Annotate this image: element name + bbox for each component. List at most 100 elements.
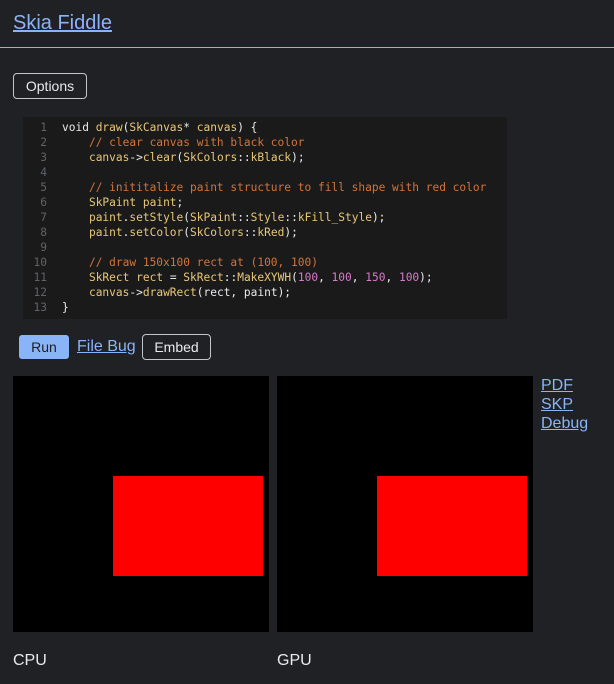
options-button[interactable]: Options bbox=[13, 73, 87, 99]
code-token: SkPaint bbox=[88, 196, 137, 209]
code-token: kFill_Style bbox=[297, 211, 372, 224]
line-number: 12 bbox=[33, 286, 47, 299]
code-token: drawRect bbox=[142, 286, 197, 299]
code-token: SkRect bbox=[88, 271, 130, 284]
debug-link[interactable]: Debug bbox=[541, 414, 588, 433]
red-rect bbox=[377, 476, 527, 576]
code-token: setColor bbox=[129, 226, 184, 239]
code-token: = bbox=[163, 271, 184, 284]
app-title-link[interactable]: Skia Fiddle bbox=[13, 12, 112, 35]
code-token: SkColors bbox=[190, 226, 244, 239]
code-token: 100 bbox=[398, 271, 420, 284]
code-text: SkPaint paint; bbox=[62, 195, 183, 210]
line-number: 8 bbox=[40, 226, 47, 239]
code-line: 6 SkPaint paint; bbox=[23, 195, 507, 210]
code-token: ); bbox=[371, 211, 386, 224]
code-token: clear bbox=[142, 151, 177, 164]
code-token: , bbox=[318, 271, 332, 284]
gpu-label: GPU bbox=[277, 652, 312, 669]
code-text: // draw 150x100 rect at (100, 100) bbox=[62, 255, 318, 270]
code-token: draw bbox=[95, 121, 123, 134]
code-line: 11 SkRect rect = SkRect::MakeXYWH(100, 1… bbox=[23, 270, 507, 285]
code-text: paint.setStyle(SkPaint::Style::kFill_Sty… bbox=[62, 210, 385, 225]
code-token: SkPaint bbox=[190, 211, 238, 224]
code-editor[interactable]: 1 void draw(SkCanvas* canvas) {2 // clear… bbox=[23, 117, 507, 319]
code-text: } bbox=[62, 300, 69, 315]
code-line: 7 paint.setStyle(SkPaint::Style::kFill_S… bbox=[23, 210, 507, 225]
code-token: // clear canvas with black color bbox=[88, 136, 305, 149]
code-token: 100 bbox=[297, 271, 319, 284]
line-number: 7 bbox=[40, 211, 47, 224]
code-token: Style bbox=[250, 211, 285, 224]
code-text: canvas->drawRect(rect, paint); bbox=[62, 285, 291, 300]
code-token: canvas bbox=[196, 121, 238, 134]
code-line: 3 canvas->clear(SkColors::kBlack); bbox=[23, 150, 507, 165]
code-token: SkRect bbox=[183, 271, 224, 284]
code-line: 13} bbox=[23, 300, 507, 315]
code-token: 100 bbox=[331, 271, 352, 284]
code-token: :: bbox=[223, 271, 238, 284]
code-token: (rect, paint); bbox=[196, 286, 292, 299]
code-token: ) { bbox=[237, 121, 258, 134]
line-number: 9 bbox=[40, 241, 47, 254]
line-number: 6 bbox=[40, 196, 47, 209]
code-token: canvas bbox=[88, 151, 130, 164]
code-token: paint bbox=[88, 226, 123, 239]
code-line: 4 bbox=[23, 165, 507, 180]
code-token: rect bbox=[136, 271, 164, 284]
code-line: 1 void draw(SkCanvas* canvas) { bbox=[23, 120, 507, 135]
code-token: ); bbox=[284, 226, 298, 239]
code-token: ); bbox=[291, 151, 305, 164]
code-token: // inititalize paint structure to fill s… bbox=[88, 181, 487, 194]
code-text: // inititalize paint structure to fill s… bbox=[62, 180, 486, 195]
embed-button[interactable]: Embed bbox=[142, 334, 211, 360]
file-bug-link[interactable]: File Bug bbox=[77, 338, 136, 356]
code-token: -> bbox=[129, 286, 143, 299]
code-token: kBlack bbox=[250, 151, 292, 164]
run-button[interactable]: Run bbox=[19, 335, 69, 359]
code-token: * bbox=[183, 121, 197, 134]
code-token: , bbox=[351, 271, 366, 284]
code-token: canvas bbox=[88, 286, 130, 299]
cpu-output-canvas bbox=[13, 376, 269, 632]
line-number: 1 bbox=[40, 121, 47, 134]
line-number: 13 bbox=[33, 301, 47, 314]
code-token: 150 bbox=[365, 271, 386, 284]
code-line: 2 // clear canvas with black color bbox=[23, 135, 507, 150]
cpu-label: CPU bbox=[13, 652, 47, 669]
code-token: void bbox=[62, 121, 96, 134]
code-token: :: bbox=[284, 211, 298, 224]
code-token: :: bbox=[243, 226, 258, 239]
code-token: paint bbox=[88, 211, 123, 224]
code-token: // draw 150x100 rect at (100, 100) bbox=[88, 256, 318, 269]
code-token: ; bbox=[176, 196, 184, 209]
code-token: SkCanvas bbox=[129, 121, 184, 134]
skp-link[interactable]: SKP bbox=[541, 395, 588, 414]
code-token: } bbox=[62, 301, 69, 314]
code-text: SkRect rect = SkRect::MakeXYWH(100, 100,… bbox=[62, 270, 433, 285]
pdf-link[interactable]: PDF bbox=[541, 376, 588, 395]
code-token: :: bbox=[237, 151, 251, 164]
line-number: 5 bbox=[40, 181, 47, 194]
line-number: 2 bbox=[40, 136, 47, 149]
code-line: 5 // inititalize paint structure to fill… bbox=[23, 180, 507, 195]
code-token: ); bbox=[419, 271, 433, 284]
code-token: kRed bbox=[257, 226, 285, 239]
code-token: ( bbox=[291, 271, 298, 284]
code-token: setStyle bbox=[129, 211, 184, 224]
code-token: :: bbox=[237, 211, 251, 224]
output-links: PDF SKP Debug bbox=[541, 376, 588, 433]
code-text: void draw(SkCanvas* canvas) { bbox=[62, 120, 257, 135]
code-line: 8 paint.setColor(SkColors::kRed); bbox=[23, 225, 507, 240]
code-text: // clear canvas with black color bbox=[62, 135, 305, 150]
code-token: MakeXYWH bbox=[237, 271, 292, 284]
